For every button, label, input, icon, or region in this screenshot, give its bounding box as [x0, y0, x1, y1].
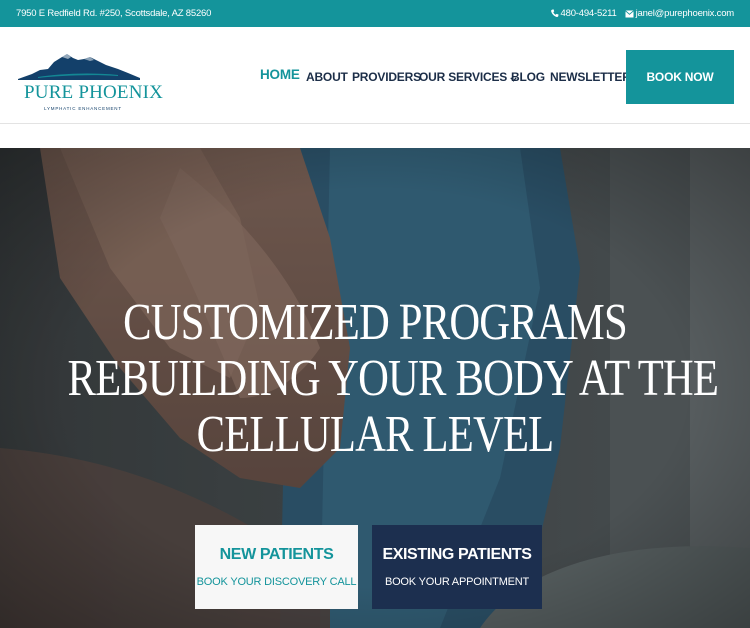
- address-text: 7950 E Redfield Rd. #250, Scottsdale, AZ…: [16, 8, 212, 19]
- hero-headline-line-3: CELLULAR LEVEL: [196, 406, 555, 463]
- hero-headline-line-1: CUSTOMIZED PROGRAMS: [123, 294, 628, 351]
- phone-link[interactable]: 480-494-5211: [550, 8, 617, 19]
- existing-patients-subtitle: BOOK YOUR APPOINTMENT: [384, 576, 530, 588]
- top-info-bar: 7950 E Redfield Rd. #250, Scottsdale, AZ…: [0, 0, 750, 27]
- nav-providers[interactable]: PROVIDERS: [352, 70, 421, 84]
- new-patients-button[interactable]: NEW PATIENTS BOOK YOUR DISCOVERY CALL: [195, 525, 358, 609]
- nav-about[interactable]: ABOUT: [306, 70, 348, 84]
- envelope-icon: [624, 9, 634, 18]
- nav-newsletter[interactable]: NEWSLETTER: [550, 70, 631, 84]
- hero-headline-line-2: REBUILDING YOUR BODY AT THE: [67, 350, 719, 407]
- existing-patients-title: EXISTING PATIENTS: [382, 546, 532, 563]
- logo-tagline: LYMPHATIC ENHANCEMENT: [44, 106, 122, 111]
- phone-number: 480-494-5211: [560, 8, 617, 19]
- contact-links: 480-494-5211 janel@purephoenix.com: [550, 8, 735, 19]
- existing-patients-button[interactable]: EXISTING PATIENTS BOOK YOUR APPOINTMENT: [372, 525, 542, 609]
- email-link[interactable]: janel@purephoenix.com: [624, 8, 735, 19]
- hero-section: CUSTOMIZED PROGRAMS REBUILDING YOUR BODY…: [0, 148, 750, 628]
- nav-our-services-label: OUR SERVICES: [419, 70, 508, 84]
- nav-our-services[interactable]: OUR SERVICES: [419, 70, 517, 85]
- nav-home[interactable]: HOME: [260, 67, 300, 82]
- logo-brand-text: PURE PHOENIX: [24, 82, 164, 103]
- nav-blog[interactable]: BLOG: [511, 70, 545, 84]
- new-patients-title: NEW PATIENTS: [219, 546, 334, 563]
- email-address: janel@purephoenix.com: [635, 8, 735, 19]
- site-header: PURE PHOENIX LYMPHATIC ENHANCEMENT HOME …: [0, 27, 750, 124]
- new-patients-subtitle: BOOK YOUR DISCOVERY CALL: [196, 576, 357, 588]
- mountain-logo-icon: [18, 54, 140, 80]
- hero-headline: CUSTOMIZED PROGRAMS REBUILDING YOUR BODY…: [67, 294, 719, 463]
- site-logo[interactable]: PURE PHOENIX LYMPHATIC ENHANCEMENT: [18, 51, 163, 117]
- phone-icon: [550, 9, 559, 18]
- book-now-button[interactable]: BOOK NOW: [626, 50, 734, 104]
